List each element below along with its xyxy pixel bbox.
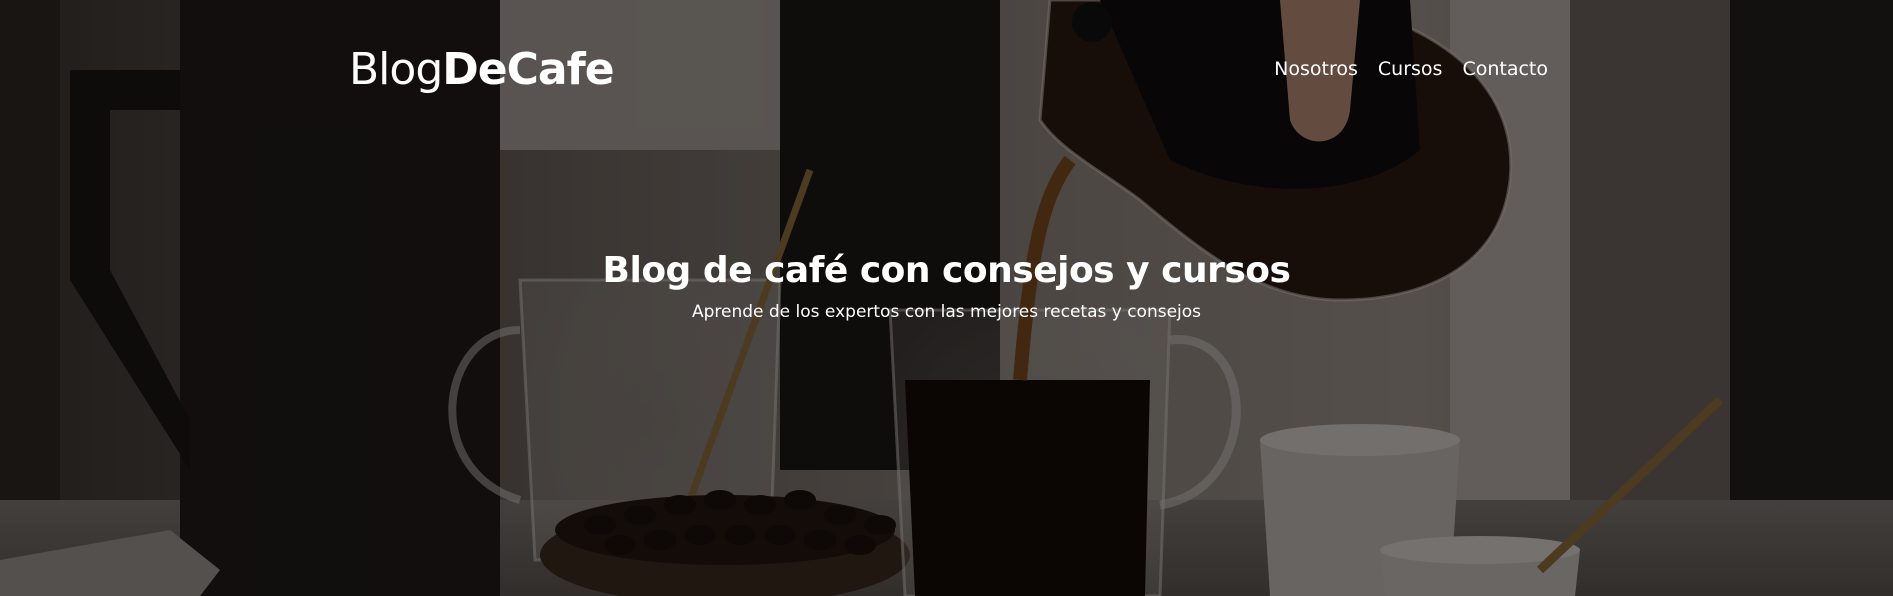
site-logo[interactable]: BlogDeCafe xyxy=(349,42,615,98)
site-header: BlogDeCafe Nosotros Cursos Contacto xyxy=(0,0,1893,140)
nav-link-nosotros[interactable]: Nosotros xyxy=(1274,56,1358,82)
hero-banner: BlogDeCafe Nosotros Cursos Contacto Blog… xyxy=(0,0,1893,596)
main-navigation: Nosotros Cursos Contacto xyxy=(1274,56,1548,82)
logo-text-bold: DeCafe xyxy=(442,44,614,95)
hero-title: Blog de café con consejos y cursos xyxy=(602,250,1291,291)
hero-content: Blog de café con consejos y cursos Apren… xyxy=(0,248,1893,324)
nav-link-contacto[interactable]: Contacto xyxy=(1462,56,1548,82)
logo-text-light: Blog xyxy=(349,44,443,95)
hero-subtitle: Aprende de los expertos con las mejores … xyxy=(691,302,1202,322)
nav-link-cursos[interactable]: Cursos xyxy=(1378,56,1443,82)
